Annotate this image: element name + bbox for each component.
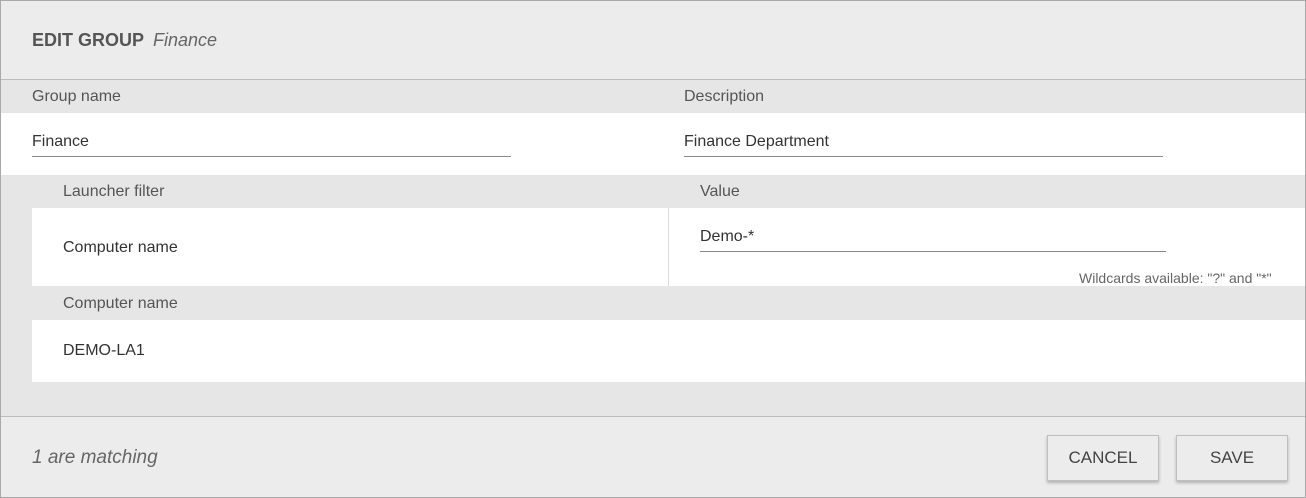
filter-value-underline	[700, 251, 1166, 252]
dialog-title: EDIT GROUP	[32, 30, 145, 50]
filter-type-select[interactable]: Computer name	[63, 239, 178, 257]
cancel-button[interactable]: CANCEL	[1047, 435, 1159, 481]
value-label: Value	[700, 183, 740, 200]
filter-value-input[interactable]: Demo-*	[700, 228, 754, 246]
group-name-label: Group name	[32, 88, 121, 105]
group-name-input[interactable]: Finance	[32, 133, 89, 151]
name-description-label-row: Group name Description	[1, 80, 1305, 113]
edit-group-dialog: EDIT GROUP Finance Group name Descriptio…	[0, 0, 1306, 498]
dialog-header: EDIT GROUP Finance	[1, 1, 1305, 80]
filter-column-divider	[668, 208, 669, 286]
dialog-subtitle: Finance	[153, 30, 218, 50]
filter-row: Computer name Demo-* Wildcards available…	[32, 208, 1305, 286]
description-label: Description	[684, 88, 765, 105]
computer-name-column-header: Computer name	[63, 295, 178, 312]
results-header: Computer name	[32, 286, 1305, 320]
table-row: DEMO-LA1	[32, 320, 1305, 382]
matching-count-text: 1 are matching	[32, 447, 158, 468]
filter-label-row: Launcher filter Value	[1, 175, 1305, 208]
wildcards-hint: Wildcards available: "?" and "*"	[1079, 270, 1272, 286]
computer-name-cell: DEMO-LA1	[63, 342, 145, 359]
save-button[interactable]: SAVE	[1176, 435, 1288, 481]
description-input[interactable]: Finance Department	[684, 133, 829, 151]
description-underline	[684, 156, 1163, 157]
group-name-underline	[32, 156, 511, 157]
launcher-filter-label: Launcher filter	[63, 183, 165, 200]
dialog-footer: 1 are matching CANCEL SAVE	[1, 416, 1305, 497]
name-description-field-row: Finance Finance Department	[1, 113, 1305, 175]
